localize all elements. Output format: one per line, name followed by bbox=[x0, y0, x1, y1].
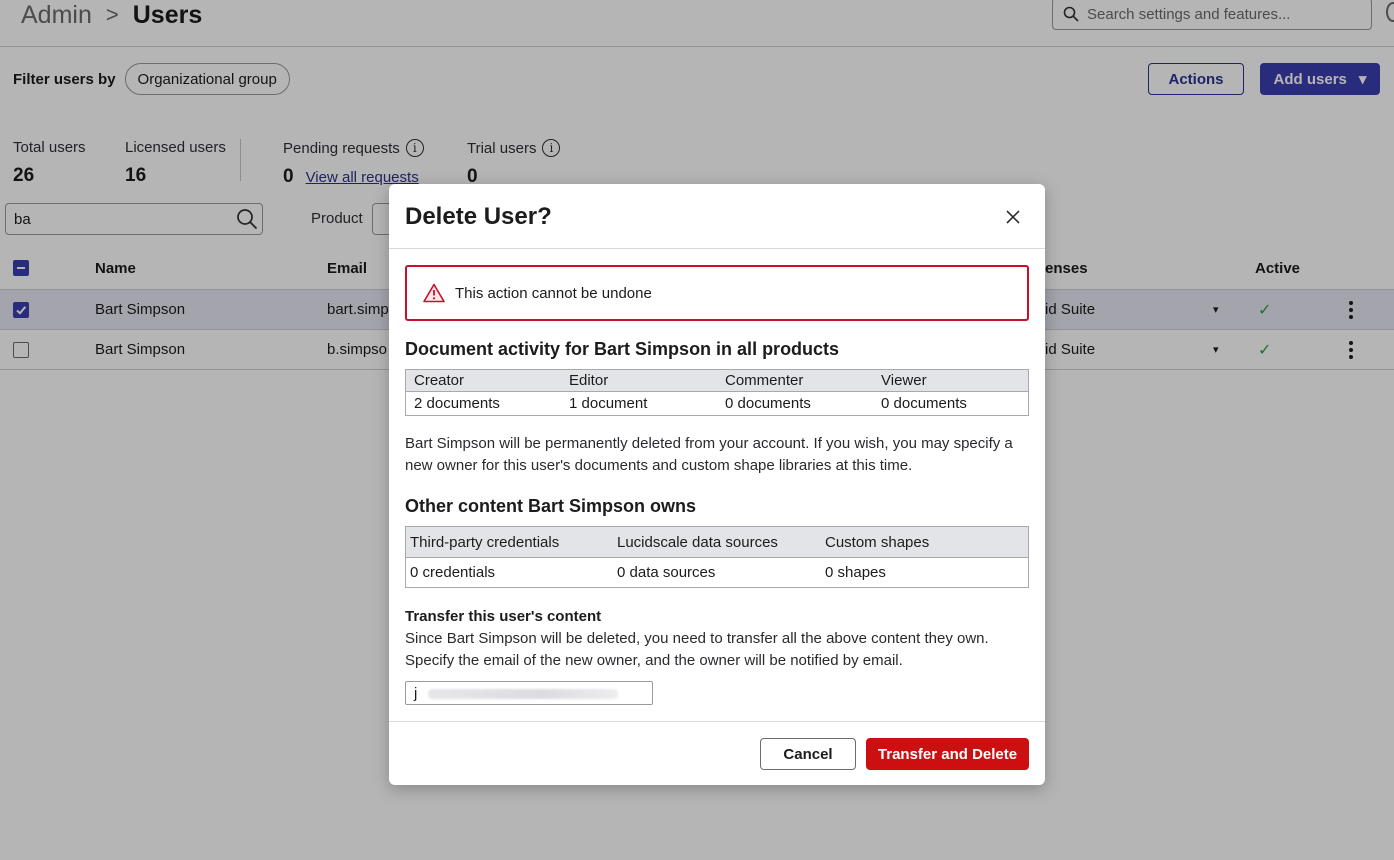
warning-icon bbox=[423, 283, 445, 303]
header-cell: Commenter bbox=[725, 372, 804, 389]
email-field-value: j bbox=[414, 684, 418, 702]
value-cell: 0 data sources bbox=[617, 564, 716, 581]
header-cell: Lucidscale data sources bbox=[617, 533, 778, 551]
cancel-button[interactable]: Cancel bbox=[760, 738, 856, 770]
header-cell: Creator bbox=[414, 372, 465, 389]
dialog-title: Delete User? bbox=[405, 203, 552, 230]
transfer-heading: Transfer this user's content bbox=[405, 608, 602, 625]
transfer-note: Since Bart Simpson will be deleted, you … bbox=[405, 630, 989, 669]
irreversible-warning: This action cannot be undone bbox=[405, 265, 1029, 321]
warning-text: This action cannot be undone bbox=[455, 284, 652, 302]
table-header-row: Third-party credentials Lucidscale data … bbox=[406, 527, 1028, 558]
value-cell: 0 credentials bbox=[410, 564, 496, 581]
header-cell: Third-party credentials bbox=[410, 533, 560, 551]
close-icon[interactable] bbox=[1003, 207, 1023, 227]
value-cell: 2 documents bbox=[414, 395, 500, 412]
other-content-heading: Other content Bart Simpson owns bbox=[405, 496, 697, 516]
table-row: 0 credentials 0 data sources 0 shapes bbox=[406, 558, 1028, 587]
document-activity-heading: Document activity for Bart Simpson in al… bbox=[405, 339, 840, 359]
value-cell: 0 documents bbox=[725, 395, 811, 412]
dialog-header: Delete User? bbox=[389, 184, 1045, 249]
table-header-row: Creator Editor Commenter Viewer bbox=[406, 370, 1028, 392]
value-cell: 0 documents bbox=[881, 395, 967, 412]
transfer-and-delete-button[interactable]: Transfer and Delete bbox=[866, 738, 1029, 770]
dialog-footer: Cancel Transfer and Delete bbox=[389, 721, 1045, 785]
document-activity-table: Creator Editor Commenter Viewer 2 docume… bbox=[405, 369, 1029, 416]
delete-note: Bart Simpson will be permanently deleted… bbox=[405, 435, 1013, 474]
header-cell: Editor bbox=[569, 372, 609, 389]
other-content-table: Third-party credentials Lucidscale data … bbox=[405, 526, 1029, 588]
delete-user-dialog: Delete User? This action cannot be undon… bbox=[389, 184, 1045, 785]
redacted-email bbox=[428, 689, 618, 699]
value-cell: 0 shapes bbox=[825, 564, 886, 581]
header-cell: Viewer bbox=[881, 372, 927, 389]
table-row: 2 documents 1 document 0 documents 0 doc… bbox=[406, 392, 1028, 415]
new-owner-email-field[interactable]: j bbox=[405, 681, 653, 705]
value-cell: 1 document bbox=[569, 395, 648, 412]
header-cell: Custom shapes bbox=[825, 533, 930, 551]
